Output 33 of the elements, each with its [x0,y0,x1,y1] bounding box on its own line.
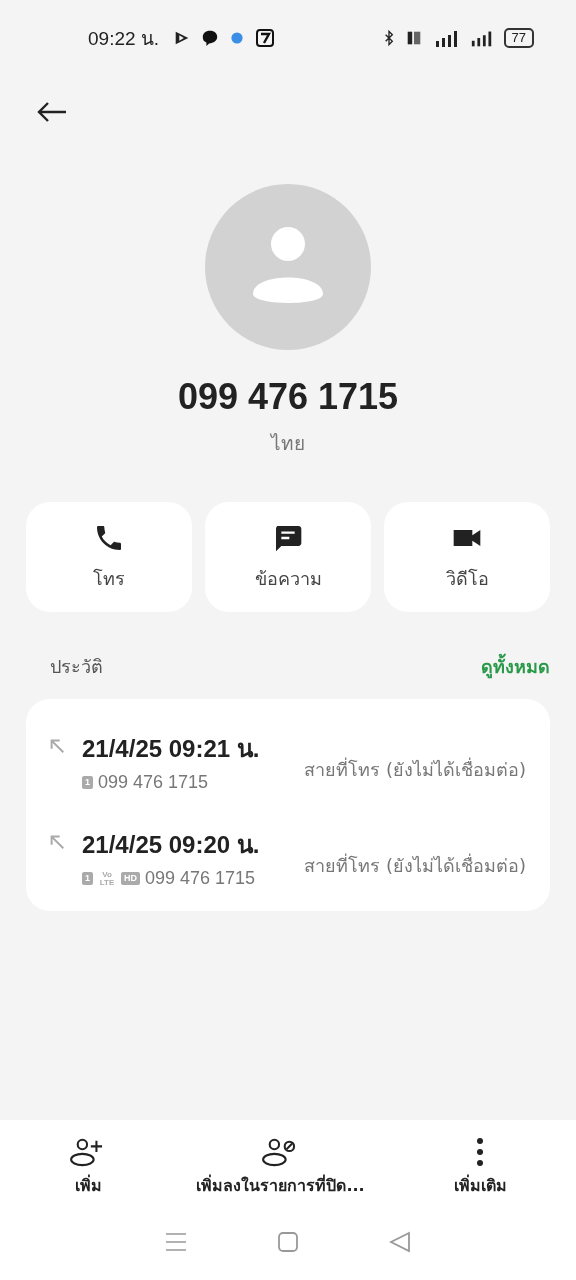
section-title: ประวัติ [50,655,103,679]
volte-label: Vo LTE [98,870,116,887]
call-number: 099 476 1715 [145,868,256,889]
signal-icon [433,29,460,47]
chat-bubble-icon [201,29,220,47]
bluetooth-icon [383,29,394,47]
call-status: สายที่โทร (ยังไม่ได้เชื่อมต่อ) [304,756,526,782]
sim-badge: 1 [82,872,93,885]
call-button[interactable]: โทร [26,502,192,612]
more-icon [475,1137,486,1167]
more-button[interactable]: เพิ่มเติม [447,1136,513,1199]
add-button[interactable]: เพิ่ม [63,1136,114,1199]
message-button[interactable]: ข้อความ [205,502,371,612]
store-app-icon [255,28,276,48]
menu-icon[interactable] [165,1231,187,1253]
sim-badge: 1 [82,776,93,789]
contact-location: ไทย [271,431,305,456]
back-arrow-icon[interactable] [36,100,68,124]
call-number: 099 476 1715 [98,772,209,793]
video-button[interactable]: วิดีโอ [384,502,550,612]
call-status: สายที่โทร (ยังไม่ได้เชื่อมต่อ) [304,852,526,878]
home-icon[interactable] [277,1231,299,1253]
contact-number: 099 476 1715 [177,376,399,418]
status-time: 09:22 น. [88,27,160,51]
outgoing-call-icon [48,833,66,851]
call-datetime: 21/4/25 09:20 น. [82,830,260,860]
battery-indicator: 77 [503,28,534,48]
outgoing-call-icon [48,737,66,755]
block-button[interactable]: เพิ่มลงในรายการที่ปิด... [190,1136,371,1199]
hd-badge: HD [121,872,140,885]
back-icon[interactable] [389,1231,411,1253]
call-datetime: 21/4/25 09:21 น. [82,734,260,764]
signal-icon [469,29,494,47]
